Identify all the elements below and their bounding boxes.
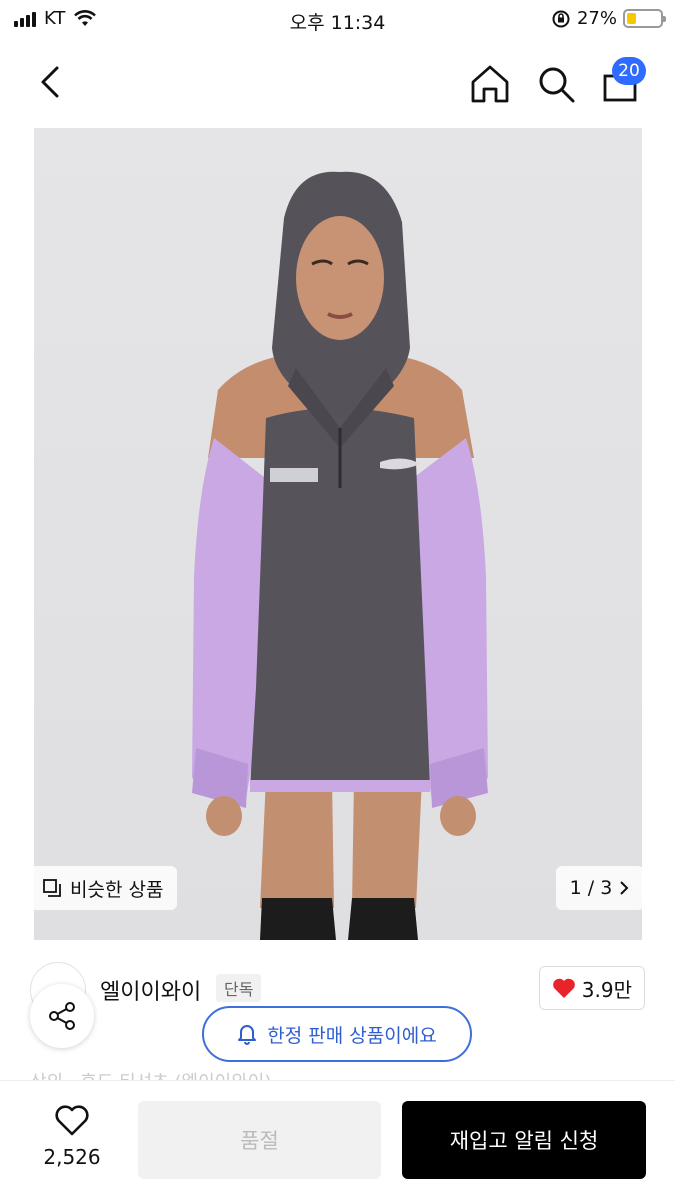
restock-alert-button[interactable]: 재입고 알림 신청: [402, 1101, 646, 1179]
likes-count: 3.9만: [581, 977, 632, 1002]
share-icon: [49, 1002, 75, 1030]
top-nav: 20: [0, 40, 675, 124]
battery-percent: 27%: [576, 8, 617, 29]
cart-count-badge: 20: [612, 57, 646, 85]
model-illustration: [192, 171, 488, 940]
status-bar: KT 오후 11:34 27%: [0, 0, 675, 40]
similar-items-button[interactable]: 비슷한 상품: [30, 866, 178, 910]
search-icon[interactable]: [534, 62, 578, 106]
pager-label: 1 / 3: [569, 877, 613, 899]
soldout-button: 품절: [138, 1101, 381, 1179]
heart-outline-icon: [55, 1105, 89, 1136]
back-arrow-icon[interactable]: [30, 60, 74, 104]
bell-icon: [238, 1025, 257, 1045]
product-image[interactable]: [34, 128, 642, 940]
heart-filled-icon: [552, 978, 575, 998]
rotation-lock-icon: [552, 10, 570, 27]
chevron-right-icon: [620, 881, 629, 895]
limited-sale-banner[interactable]: 한정 판매 상품이에요: [202, 1006, 472, 1062]
wishlist-button[interactable]: 2,526: [36, 1105, 108, 1169]
similar-items-label: 비슷한 상품: [70, 878, 164, 901]
limited-sale-label: 한정 판매 상품이에요: [267, 1024, 437, 1047]
home-icon[interactable]: [468, 62, 512, 106]
exclusive-tag: 단독: [216, 974, 262, 1002]
battery-icon: [623, 9, 666, 28]
copy-icon: [43, 879, 61, 897]
likes-button[interactable]: 3.9만: [538, 966, 645, 1010]
bottom-action-bar: 2,526 품절 재입고 알림 신청: [0, 1080, 675, 1200]
brand-name[interactable]: 엘이이와이: [100, 974, 201, 1006]
image-pager[interactable]: 1 / 3: [556, 866, 644, 910]
wishlist-count: 2,526: [43, 1145, 101, 1169]
share-button[interactable]: [30, 984, 94, 1048]
